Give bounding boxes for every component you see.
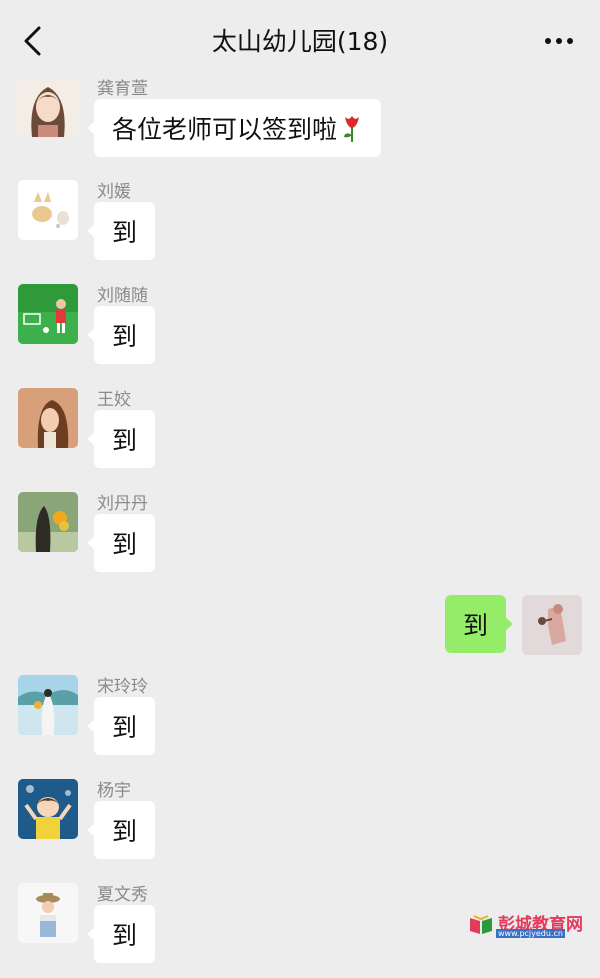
message-bubble[interactable]: 到 — [86, 697, 156, 755]
tulip-emoji-icon — [344, 116, 360, 142]
message-text: 到 — [112, 218, 138, 247]
message-bubble[interactable]: 到 — [86, 514, 156, 572]
message-text: 到 — [112, 817, 138, 846]
message-text: 到 — [462, 611, 488, 640]
message-text: 到 — [112, 921, 138, 950]
woman-portrait-avatar[interactable] — [18, 388, 78, 448]
girl-illustration-avatar[interactable] — [18, 77, 78, 137]
message-text: 到 — [112, 322, 138, 351]
sender-name: 王姣 — [97, 390, 131, 410]
sender-name: 夏文秀 — [97, 885, 148, 905]
message-bubble[interactable]: 到 — [86, 306, 156, 364]
message-bubble-self[interactable]: 到 — [444, 595, 514, 653]
chat-header: 太山幼儿园(18) — [0, 0, 600, 80]
message-text: 到 — [112, 713, 138, 742]
message-text: 各位老师可以签到啦 — [112, 115, 338, 144]
message-bubble[interactable]: 到 — [86, 202, 156, 260]
girl-with-flowers-avatar[interactable] — [18, 492, 78, 552]
watermark-url: www.pcjyedu.cn — [496, 929, 565, 938]
message-bubble[interactable]: 到 — [86, 410, 156, 468]
cartoon-fox-avatar[interactable] — [18, 180, 78, 240]
sender-name: 刘媛 — [97, 182, 131, 202]
more-options-icon[interactable] — [544, 36, 574, 46]
sender-name: 龚育萱 — [97, 79, 148, 99]
message-bubble[interactable]: 到 — [86, 801, 156, 859]
girl-by-lake-avatar[interactable] — [18, 675, 78, 735]
cartoon-girl-avatar[interactable] — [18, 779, 78, 839]
sender-name: 杨宇 — [97, 781, 131, 801]
self-avatar[interactable] — [522, 595, 582, 655]
site-watermark: 彭城教育网 www.pcjyedu.cn — [468, 912, 584, 938]
message-text: 到 — [112, 530, 138, 559]
book-logo-icon — [470, 915, 492, 934]
sender-name: 刘丹丹 — [97, 494, 148, 514]
sender-name: 刘随随 — [97, 286, 148, 306]
child-on-field-avatar[interactable] — [18, 284, 78, 344]
message-bubble[interactable]: 各位老师可以签到啦 — [86, 99, 382, 157]
girl-with-hat-avatar[interactable] — [18, 883, 78, 943]
chat-title: 太山幼儿园(18) — [211, 27, 389, 56]
message-bubble[interactable]: 到 — [86, 905, 156, 963]
sender-name: 宋玲玲 — [97, 677, 148, 697]
message-text: 到 — [112, 426, 138, 455]
